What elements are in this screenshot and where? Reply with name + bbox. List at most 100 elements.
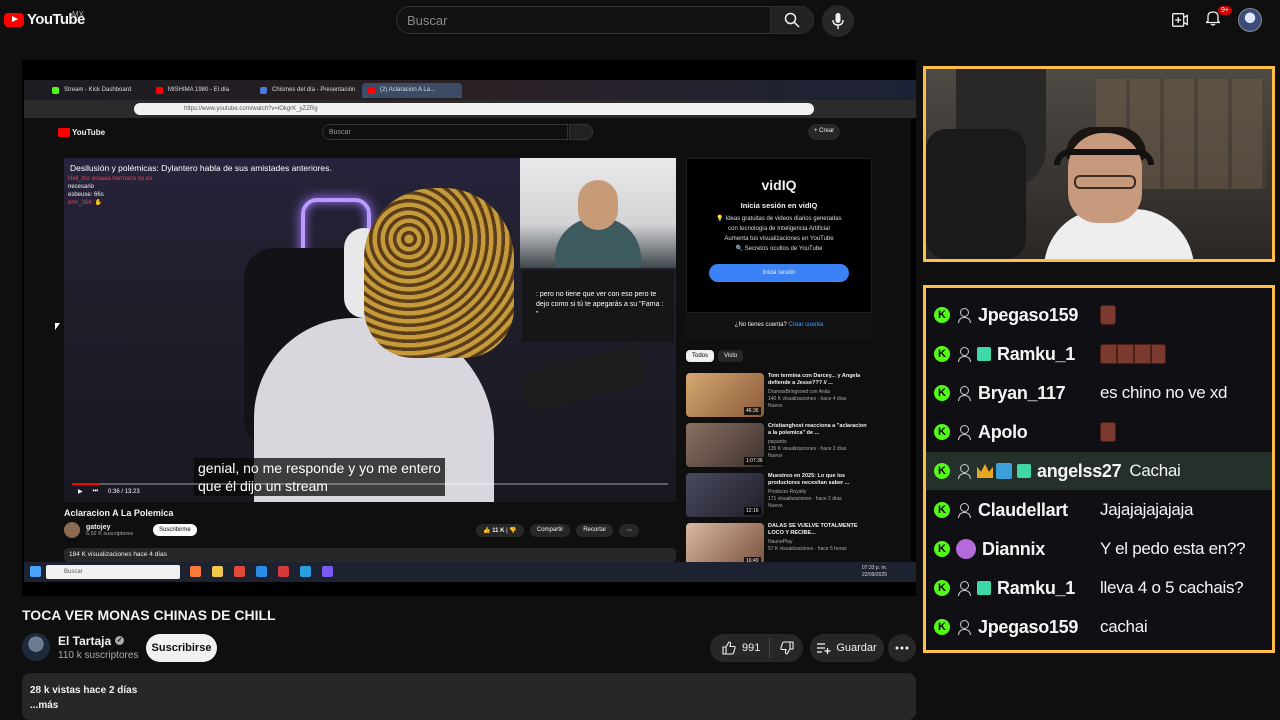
rec-channel: DramasBringosed con Anita xyxy=(768,389,830,395)
obs-icon[interactable] xyxy=(278,566,289,577)
notifications-button[interactable]: 9+ xyxy=(1204,5,1232,31)
app-icon[interactable] xyxy=(322,566,333,577)
subscriber-badge-icon xyxy=(996,463,1012,479)
search-input[interactable] xyxy=(397,7,770,33)
chat-username: Jpegaso159 xyxy=(978,616,1079,637)
description-box[interactable]: 28 k vistas hace 2 días ...más xyxy=(22,673,916,720)
folder-icon[interactable] xyxy=(212,566,223,577)
rec-title: DALAS SE VUELVE TOTALMENTE LOCO Y RECIBE… xyxy=(768,523,858,536)
play-icon[interactable]: ▶ xyxy=(78,488,83,495)
rec-tag: Nuevo xyxy=(768,403,783,409)
next-icon[interactable]: ⏭ xyxy=(93,488,98,495)
dislike-button[interactable] xyxy=(770,641,803,655)
youtube-logo[interactable]: YouTube MX xyxy=(4,10,85,28)
inner-video-player[interactable]: : pero no tiene que ver con eso pero te … xyxy=(64,158,676,502)
rec-tag: Nuevo xyxy=(768,503,783,509)
channel-name-row[interactable]: El Tartaja ✓ xyxy=(58,634,138,648)
inner-tab-4[interactable]: (2) Aclaracion A La... xyxy=(362,83,462,98)
steam-icon[interactable] xyxy=(300,566,311,577)
chat-text: es chino no ve xd xyxy=(1100,383,1228,402)
mouse-cursor xyxy=(55,323,60,330)
view-count: 28 k vistas hace 2 días xyxy=(30,685,138,696)
time-display: 0:36 / 13:23 xyxy=(108,488,140,495)
inner-subscribe-button[interactable]: Suscribirme xyxy=(153,524,197,536)
chat-message: K Ramku_1 xyxy=(926,335,1272,373)
search-icon xyxy=(784,12,800,28)
inner-search-button[interactable] xyxy=(569,124,593,140)
create-video-icon[interactable] xyxy=(1172,13,1188,27)
inner-tab-1[interactable]: Stream - Kick Dashboard xyxy=(46,83,146,98)
create-account-link[interactable]: Crear cuenta xyxy=(789,322,824,328)
inner-channel-info: gatojey 6,92 K suscriptores xyxy=(86,524,133,537)
tab-favicon xyxy=(156,87,163,94)
chip-watched[interactable]: Visto xyxy=(718,350,744,362)
gift-sub-icon xyxy=(1017,464,1031,478)
chrome-icon[interactable] xyxy=(234,566,245,577)
vidiq-logo: vidIQ xyxy=(761,177,797,193)
search-button[interactable] xyxy=(770,6,814,34)
rec-title: Tom termina con Darcey... y Angela defie… xyxy=(768,373,861,386)
rec-meta: NaunePlay 57 K visualizaciones · hace 5 h… xyxy=(768,539,868,553)
inner-browser-addressbar: https://www.youtube.com/watch?v=lOkgrK_y… xyxy=(24,100,916,118)
inner-youtube-logo[interactable]: YouTube xyxy=(58,128,105,137)
rec-channel: payasito xyxy=(768,439,787,445)
clock-date: 22/09/2025 xyxy=(862,572,888,578)
microphone-arm xyxy=(520,343,648,413)
tab-label: MISHIMA 1980 - El día xyxy=(168,87,230,93)
rec-title: Cristianghost reacciona a "aclaracion a … xyxy=(768,423,867,436)
account-avatar[interactable] xyxy=(1238,8,1262,32)
edge-icon[interactable] xyxy=(256,566,267,577)
show-more-link[interactable]: ...más xyxy=(30,698,908,713)
chat-username: Diannix xyxy=(982,538,1045,559)
search-box[interactable] xyxy=(396,6,770,34)
thumbs-down-icon xyxy=(779,641,794,655)
windows-taskbar: Buscar 07:33 p. m. 22/09/2025 xyxy=(24,562,916,582)
channel-name[interactable]: El Tartaja xyxy=(58,634,111,648)
inner-clip-button[interactable]: Recortar xyxy=(576,524,614,537)
inner-description[interactable]: 184 K visualizaciones hace 4 días xyxy=(64,548,676,562)
inner-url-field[interactable]: https://www.youtube.com/watch?v=lOkgrK_y… xyxy=(134,103,814,115)
recommended-video[interactable]: 1:07:36 Cristianghost reacciona a "aclar… xyxy=(686,423,872,469)
recommended-video[interactable]: 46:36 Tom termina con Darcey... y Angela… xyxy=(686,373,872,419)
chat-message: K Apolo xyxy=(926,413,1272,451)
chat-message: K Ramku_1 lleva 4 o 5 cachais? xyxy=(926,569,1272,607)
webcam-glasses xyxy=(1074,175,1136,189)
like-button[interactable]: 991 xyxy=(710,638,770,658)
inner-create-button[interactable]: + Crear xyxy=(808,124,841,140)
chat-username: Bryan_117 xyxy=(978,382,1066,403)
more-actions-button[interactable] xyxy=(888,634,916,662)
chat-message: K Jpegaso159 xyxy=(926,296,1272,334)
tab-favicon xyxy=(52,87,59,94)
inner-tab-2[interactable]: MISHIMA 1980 - El día xyxy=(150,83,250,98)
inner-more-button[interactable]: ⋯ xyxy=(619,524,640,537)
inner-like-button[interactable]: 👍 11 K | 👎 xyxy=(476,524,524,537)
chat-username: Ramku_1 xyxy=(997,343,1075,364)
recommended-video[interactable]: 12:16 Muestreo en 2025: Lo que los produ… xyxy=(686,473,872,519)
taskbar-search[interactable]: Buscar xyxy=(46,565,180,579)
channel-avatar[interactable] xyxy=(22,633,50,661)
inner-progress-bar[interactable] xyxy=(72,483,668,485)
save-button[interactable]: Guardar xyxy=(810,634,884,662)
rec-tag: Nuevo xyxy=(768,453,783,459)
chat-message-highlighted: K angelss27 Cachai xyxy=(926,452,1272,490)
notification-count-badge: 9+ xyxy=(1218,5,1232,15)
windows-start-icon[interactable] xyxy=(30,566,41,577)
inner-share-button[interactable]: Compartir xyxy=(529,524,571,537)
overlay-title: Desilusión y polémicas: Dylantero habla … xyxy=(70,163,332,173)
vidiq-footer: ¿No tienes cuenta? Crear cuenta xyxy=(686,313,872,339)
chip-all[interactable]: Todos xyxy=(686,350,715,362)
inner-channel-name[interactable]: gatojey xyxy=(86,524,133,531)
webcam-headphones xyxy=(1054,149,1154,165)
subscribe-button[interactable]: Suscribirse xyxy=(146,634,217,662)
voice-search-button[interactable] xyxy=(822,5,854,37)
channel-info: El Tartaja ✓ 110 k suscriptores xyxy=(58,634,138,661)
chat-emote xyxy=(1100,422,1116,442)
inner-channel-avatar[interactable] xyxy=(64,522,80,538)
user-icon xyxy=(956,502,972,518)
user-icon xyxy=(956,385,972,401)
vidiq-login-button[interactable]: Inicia sesión xyxy=(709,264,849,282)
firefox-icon[interactable] xyxy=(190,566,201,577)
main-video-player[interactable]: Stream - Kick Dashboard MISHIMA 1980 - E… xyxy=(22,60,916,596)
inner-tab-3[interactable]: Chismes del día - Presentación xyxy=(254,83,360,98)
inner-search-input[interactable]: Buscar xyxy=(322,124,568,140)
